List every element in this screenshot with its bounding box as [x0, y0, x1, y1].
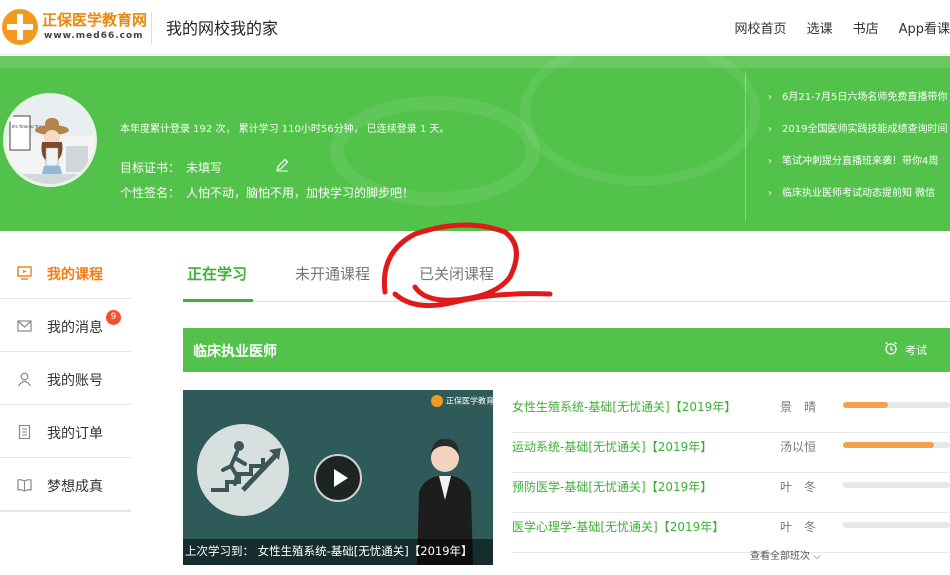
tab-learning[interactable]: 正在学习	[187, 263, 247, 284]
banner-decoration	[0, 56, 950, 68]
running-stairs-icon	[197, 424, 289, 516]
news-text: 临床执业医师考试动态提前知 微信	[782, 188, 936, 199]
nav-select-course-link[interactable]: 选课	[807, 18, 833, 37]
nav-home-link[interactable]: 网校首页	[735, 18, 787, 37]
nav-bookstore-link[interactable]: 书店	[853, 18, 879, 37]
sidebar-item-my-courses[interactable]: 我的课程	[0, 247, 131, 299]
sidebar: 我的课程 我的消息 9 我的账号 我的订单 梦想成真	[0, 247, 131, 512]
news-text: 2019全国医师实践技能成绩查询时间	[782, 124, 948, 135]
page-title: 我的网校我的家	[166, 19, 279, 38]
list-item: 医学心理学-基础[无忧通关]【2019年】 叶 冬	[512, 513, 950, 553]
chevron-right-icon: ›	[768, 156, 772, 167]
logo[interactable]: 正保医学教育网 www.med66.com	[2, 7, 152, 47]
tab-not-activated[interactable]: 未开通课程	[295, 263, 370, 284]
sidebar-item-my-account[interactable]: 我的账号	[0, 353, 131, 405]
section-title: 临床执业医师	[193, 344, 277, 360]
news-text: 6月21-7月5日六场名师免费直播带你	[782, 92, 948, 103]
exam-link-label: 考试	[905, 344, 927, 357]
progress-fill	[843, 442, 934, 448]
lesson-title-link[interactable]: 运动系统-基础[无忧通关]【2019年】	[512, 438, 712, 455]
active-tab-underline	[183, 299, 253, 302]
pencil-icon[interactable]	[275, 158, 289, 172]
chevron-right-icon: ›	[768, 92, 772, 103]
sidebar-bottom-border	[0, 510, 131, 512]
video-player[interactable]: 正保医学教育网 上次学习到： 女性生殖系统-基础[无忧通关]【2019年】	[183, 390, 493, 565]
teacher-name: 叶 冬	[780, 520, 817, 534]
sidebar-item-dream[interactable]: 梦想成真	[0, 459, 131, 511]
logo-cross-icon	[2, 9, 38, 45]
chevron-right-icon: ›	[768, 124, 772, 135]
news-text: 笔试冲刺提分直播班来袭！带你4周	[782, 156, 939, 167]
view-all-classes-link[interactable]: 查看全部班次 ⌵	[750, 547, 821, 562]
progress-bar	[843, 482, 950, 488]
lesson-title-link[interactable]: 医学心理学-基础[无忧通关]【2019年】	[512, 518, 724, 535]
avatar[interactable]: It's Time to Travel	[3, 93, 97, 187]
progress-bar	[843, 402, 950, 408]
news-item[interactable]: › 临床执业医师考试动态提前知 微信	[768, 184, 935, 199]
chevron-right-icon: ›	[768, 188, 772, 199]
book-icon	[17, 479, 32, 492]
play-button[interactable]	[314, 454, 362, 502]
list-item: 运动系统-基础[无忧通关]【2019年】 汤以恒	[512, 433, 950, 473]
order-icon	[18, 425, 31, 439]
last-studied-caption: 上次学习到： 女性生殖系统-基础[无忧通关]【2019年】	[183, 539, 493, 565]
tab-closed[interactable]: 已关闭课程	[419, 263, 494, 284]
logo-icon	[431, 395, 443, 407]
sidebar-item-label: 梦想成真	[47, 479, 103, 495]
sidebar-item-label: 我的订单	[47, 426, 103, 442]
progress-bar	[843, 442, 950, 448]
monitor-icon	[17, 266, 32, 280]
sidebar-item-label: 我的账号	[47, 373, 103, 389]
sidebar-item-label: 我的消息	[47, 320, 103, 336]
target-certificate: 目标证书： 未填写	[120, 159, 222, 176]
learning-stats: 本年度累计登录 192 次， 累计学习 110小时56分钟， 已连续登录 1 天…	[120, 124, 450, 135]
cert-value: 未填写	[186, 161, 223, 175]
logo-url: www.med66.com	[44, 31, 144, 41]
personal-signature: 个性签名： 人怕不动，脑怕不用，加快学习的脚步吧！	[120, 184, 414, 201]
news-divider	[745, 71, 746, 221]
list-item: 预防医学-基础[无忧通关]【2019年】 叶 冬	[512, 473, 950, 513]
sign-label: 个性签名：	[120, 186, 181, 200]
news-item[interactable]: › 6月21-7月5日六场名师免费直播带你	[768, 88, 947, 103]
exam-link[interactable]: 考试	[885, 341, 927, 358]
course-tabs: 正在学习 未开通课程 已关闭课程	[183, 255, 950, 302]
chevron-down-icon: ⌵	[813, 551, 821, 562]
course-section-header: 临床执业医师 考试	[183, 328, 950, 372]
avatar-illustration: It's Time to Travel	[6, 96, 94, 184]
sign-value: 人怕不动，脑怕不用，加快学习的脚步吧！	[186, 186, 415, 200]
header-divider	[151, 12, 152, 44]
news-item[interactable]: › 笔试冲刺提分直播班来袭！带你4周	[768, 152, 938, 167]
banner-decoration	[520, 56, 760, 186]
profile-banner: It's Time to Travel 本年度累计登录 192 次， 累计学习 …	[0, 56, 950, 231]
site-header: 正保医学教育网 www.med66.com 我的网校我的家 网校首页 选课 书店 Ap…	[0, 0, 950, 55]
progress-fill	[843, 402, 888, 408]
lesson-title-link[interactable]: 预防医学-基础[无忧通关]【2019年】	[512, 478, 712, 495]
list-item: 女性生殖系统-基础[无忧通关]【2019年】 景 晴	[512, 393, 950, 433]
cert-label: 目标证书：	[120, 161, 181, 175]
teacher-name: 叶 冬	[780, 480, 817, 494]
progress-bar	[843, 522, 950, 528]
teacher-name: 景 晴	[780, 400, 817, 414]
nav-app-link[interactable]: App看课	[899, 18, 950, 37]
sidebar-item-my-messages[interactable]: 我的消息 9	[0, 300, 131, 352]
news-item[interactable]: › 2019全国医师实践技能成绩查询时间	[768, 120, 947, 135]
video-brand: 正保医学教育网	[431, 395, 493, 407]
view-all-label: 查看全部班次	[750, 551, 810, 562]
logo-name: 正保医学教育网	[42, 11, 148, 29]
teacher-name: 汤以恒	[780, 440, 817, 454]
lesson-title-link[interactable]: 女性生殖系统-基础[无忧通关]【2019年】	[512, 398, 736, 415]
sidebar-item-my-orders[interactable]: 我的订单	[0, 406, 131, 458]
video-brand-text: 正保医学教育网	[446, 396, 493, 406]
alarm-clock-icon	[885, 341, 897, 355]
mail-icon	[17, 320, 32, 332]
top-nav: 网校首页 选课 书店 App看课	[715, 18, 950, 37]
sidebar-item-label: 我的课程	[47, 267, 103, 283]
user-icon	[18, 372, 31, 386]
unread-count-badge: 9	[106, 310, 121, 325]
